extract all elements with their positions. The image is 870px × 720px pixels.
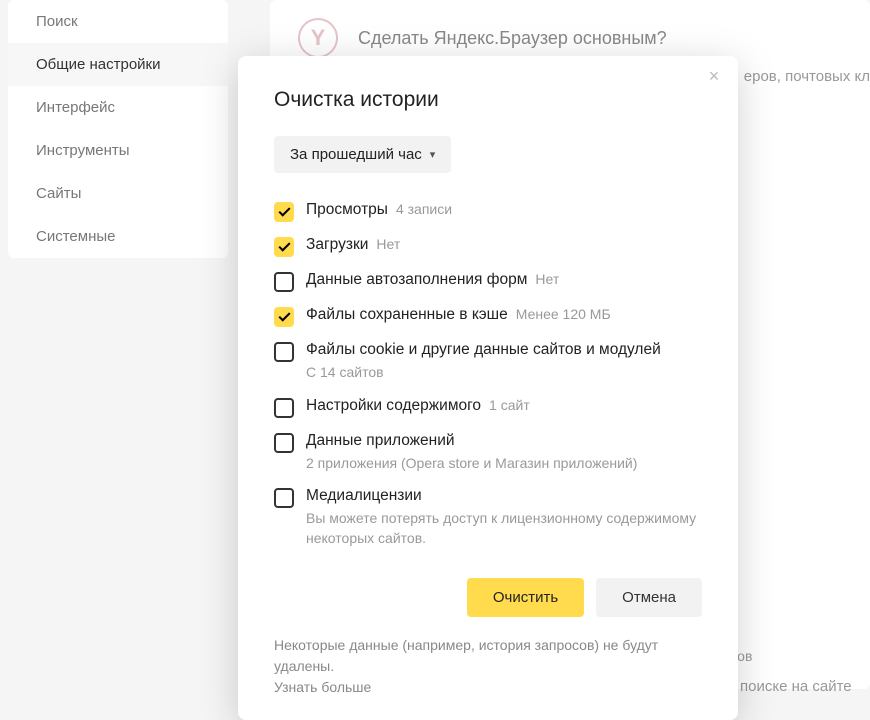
clear-history-dialog: × Очистка истории За прошедший час ▾ Про… — [238, 56, 738, 720]
cancel-button[interactable]: Отмена — [596, 578, 702, 617]
sidebar-item[interactable]: Поиск — [8, 0, 228, 43]
clear-option-row: Медиалицензии Вы можете потерять доступ к… — [274, 487, 702, 548]
clear-option-row: Файлы сохраненные в кэше Менее 120 МБ — [274, 306, 702, 327]
option-hint: Нет — [535, 271, 559, 287]
checkbox[interactable] — [274, 307, 294, 327]
option-label: Файлы cookie и другие данные сайтов и мо… — [306, 341, 661, 359]
promo-subtitle-fragment: еров, почтовых кл — [744, 68, 870, 85]
dialog-title: Очистка истории — [274, 88, 702, 112]
clear-option-row: Просмотры 4 записи — [274, 201, 702, 222]
chevron-down-icon: ▾ — [430, 148, 436, 161]
clear-option-row: Настройки содержимого 1 сайт — [274, 397, 702, 418]
checkmark-icon — [278, 310, 290, 322]
bg-text-fragment: поиске на сайте — [740, 678, 852, 695]
option-hint: 4 записи — [396, 201, 452, 217]
checkbox[interactable] — [274, 488, 294, 508]
time-range-select[interactable]: За прошедший час ▾ — [274, 136, 451, 173]
option-label-row: Файлы cookie и другие данные сайтов и мо… — [306, 341, 702, 359]
learn-more-link[interactable]: Узнать больше — [274, 679, 371, 695]
option-label: Загрузки — [306, 236, 368, 254]
option-body: Просмотры 4 записи — [306, 201, 702, 219]
sidebar-item[interactable]: Интерфейс — [8, 86, 228, 129]
clear-button[interactable]: Очистить — [467, 578, 584, 617]
close-button[interactable]: × — [704, 66, 724, 86]
option-label: Данные приложений — [306, 432, 455, 450]
option-subtext: С 14 сайтов — [306, 363, 702, 383]
checkbox[interactable] — [274, 342, 294, 362]
sidebar-item[interactable]: Сайты — [8, 172, 228, 215]
sidebar-item-label: Инструменты — [36, 142, 130, 159]
dialog-actions: Очистить Отмена — [274, 578, 702, 617]
checkbox[interactable] — [274, 398, 294, 418]
checkbox[interactable] — [274, 202, 294, 222]
option-body: Загрузки Нет — [306, 236, 702, 254]
option-label: Просмотры — [306, 201, 388, 219]
option-body: Данные автозаполнения форм Нет — [306, 271, 702, 289]
sidebar-item[interactable]: Общие настройки — [8, 43, 228, 86]
option-subtext: 2 приложения (Opera store и Магазин прил… — [306, 454, 702, 474]
option-hint: Нет — [376, 236, 400, 252]
option-label-row: Просмотры 4 записи — [306, 201, 702, 219]
option-body: Файлы cookie и другие данные сайтов и мо… — [306, 341, 702, 383]
sidebar-item[interactable]: Системные — [8, 215, 228, 258]
checkmark-icon — [278, 240, 290, 252]
option-label-row: Медиалицензии — [306, 487, 702, 505]
option-label-row: Файлы сохраненные в кэше Менее 120 МБ — [306, 306, 702, 324]
close-icon: × — [709, 66, 720, 87]
option-label: Настройки содержимого — [306, 397, 481, 415]
sidebar-item-label: Интерфейс — [36, 99, 115, 116]
option-body: Медиалицензии Вы можете потерять доступ к… — [306, 487, 702, 548]
option-hint: Менее 120 МБ — [516, 306, 611, 322]
checkbox[interactable] — [274, 237, 294, 257]
clear-option-row: Данные приложений 2 приложения (Opera sto… — [274, 432, 702, 474]
sidebar-item-label: Сайты — [36, 185, 81, 202]
promo-row: Y Сделать Яндекс.Браузер основным? — [298, 18, 842, 58]
promo-title: Сделать Яндекс.Браузер основным? — [358, 28, 667, 49]
option-hint: 1 сайт — [489, 397, 530, 413]
checkbox[interactable] — [274, 272, 294, 292]
sidebar-item-label: Поиск — [36, 13, 78, 30]
sidebar-item[interactable]: Инструменты — [8, 129, 228, 172]
time-range-label: За прошедший час — [290, 146, 422, 163]
clear-option-row: Данные автозаполнения форм Нет — [274, 271, 702, 292]
option-label: Данные автозаполнения форм — [306, 271, 527, 289]
sidebar-item-label: Системные — [36, 228, 115, 245]
option-label-row: Данные автозаполнения форм Нет — [306, 271, 702, 289]
clear-option-row: Загрузки Нет — [274, 236, 702, 257]
sidebar-item-label: Общие настройки — [36, 56, 161, 73]
option-label-row: Данные приложений — [306, 432, 702, 450]
option-body: Настройки содержимого 1 сайт — [306, 397, 702, 415]
option-label-row: Загрузки Нет — [306, 236, 702, 254]
option-body: Файлы сохраненные в кэше Менее 120 МБ — [306, 306, 702, 324]
footer-text: Некоторые данные (например, история запр… — [274, 637, 658, 674]
yandex-logo-icon: Y — [298, 18, 338, 58]
option-label-row: Настройки содержимого 1 сайт — [306, 397, 702, 415]
option-label: Медиалицензии — [306, 487, 422, 505]
option-subtext: Вы можете потерять доступ к лицензионном… — [306, 509, 702, 548]
clear-options-list: Просмотры4 записиЗагрузкиНетДанные автоз… — [274, 201, 702, 548]
checkmark-icon — [278, 205, 290, 217]
settings-sidebar: Поиск Общие настройки Интерфейс Инструменты… — [8, 0, 228, 258]
option-body: Данные приложений 2 приложения (Opera sto… — [306, 432, 702, 474]
checkbox[interactable] — [274, 433, 294, 453]
clear-option-row: Файлы cookie и другие данные сайтов и мо… — [274, 341, 702, 383]
option-label: Файлы сохраненные в кэше — [306, 306, 508, 324]
